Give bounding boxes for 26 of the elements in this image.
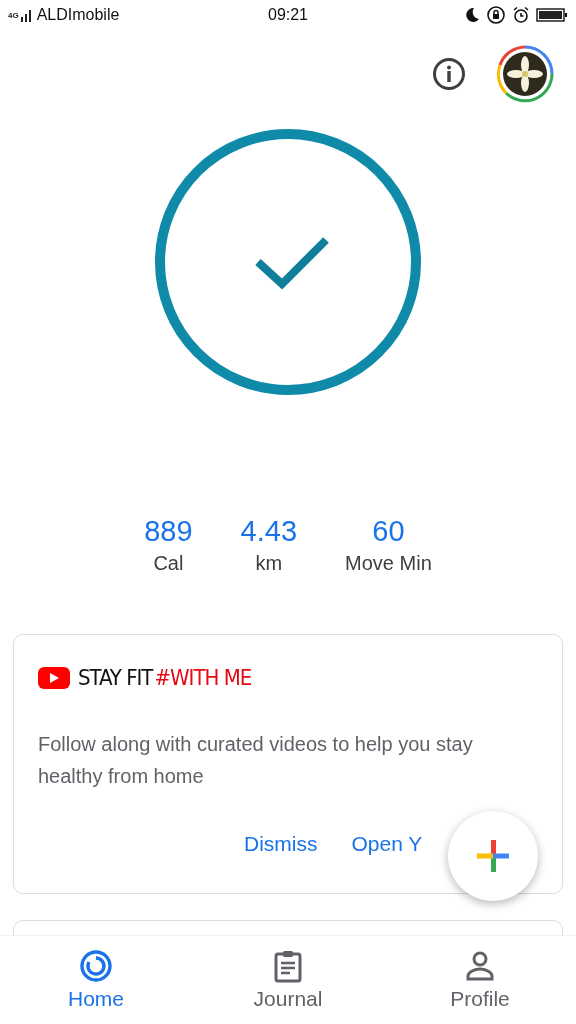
carrier-name: ALDImobile	[36, 6, 120, 24]
logo-text: STAY FIT	[78, 665, 153, 690]
nav-tab[interactable]: Home	[21, 947, 171, 1013]
clock-time: 09:21	[268, 6, 308, 24]
nav-tab[interactable]: Journal	[213, 947, 363, 1013]
network-type: 4G	[8, 10, 19, 20]
moon-icon	[464, 7, 480, 23]
ring-icon	[79, 949, 113, 983]
stat-unit: Cal	[153, 552, 184, 575]
stat-value: 4.43	[240, 514, 298, 548]
stat-unit: Move Min	[345, 552, 432, 575]
battery-icon	[536, 7, 568, 23]
logo-hashtag: #WITH ME	[154, 665, 252, 690]
stat-unit: km	[255, 552, 283, 575]
add-button[interactable]	[448, 811, 538, 901]
card-action-link[interactable]: Dismiss	[234, 828, 328, 860]
alarm-icon	[512, 6, 530, 24]
rotation-lock-icon	[486, 5, 506, 25]
stat-value: 60	[372, 514, 405, 548]
nav-tab[interactable]: Profile	[405, 947, 555, 1013]
stat-value: 889	[144, 514, 193, 548]
profile-avatar[interactable]	[496, 45, 554, 103]
card-description: Follow along with curated videos to help you stay healthy from home	[38, 732, 474, 789]
info-icon[interactable]	[432, 57, 466, 91]
play-icon	[38, 666, 70, 689]
card-action-link[interactable]: Open Y	[341, 828, 433, 860]
